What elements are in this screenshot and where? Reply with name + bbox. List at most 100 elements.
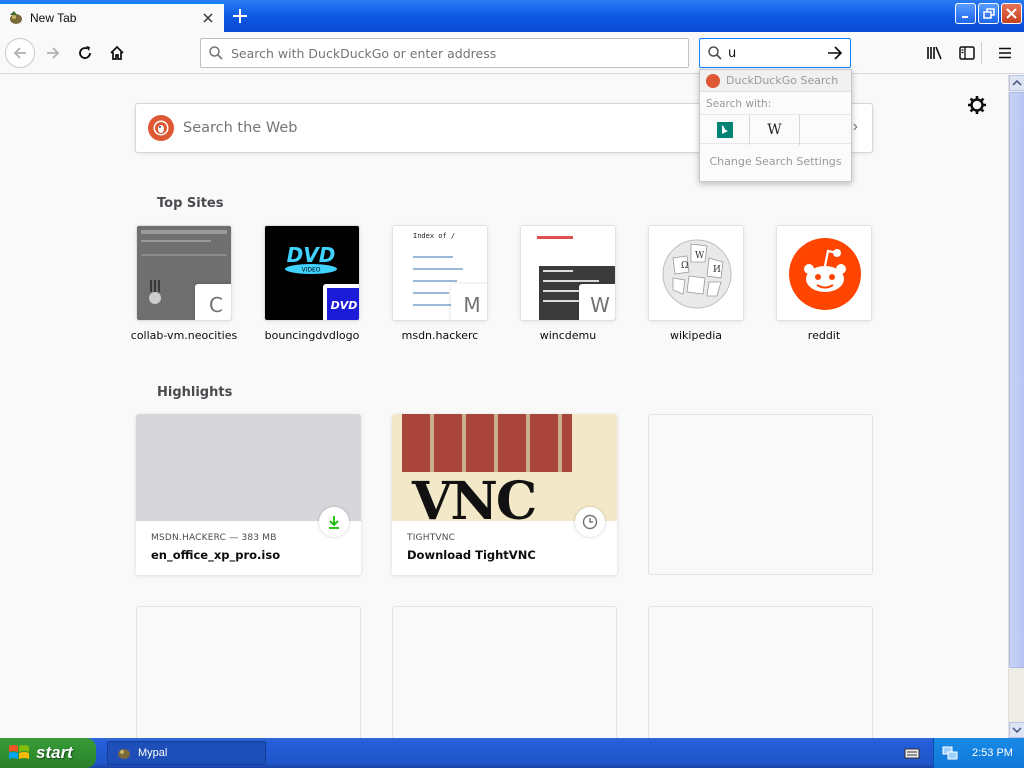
empty-highlight-slot [136, 606, 361, 738]
windows-logo-icon [9, 745, 29, 759]
library-button[interactable] [920, 38, 950, 68]
site-badge: DVD [323, 284, 359, 320]
search-bar[interactable] [699, 38, 851, 68]
site-label: reddit [807, 329, 841, 342]
empty-highlight-slot [648, 606, 873, 738]
tab-title: New Tab [30, 11, 77, 25]
svg-text:DVD: DVD [331, 299, 358, 312]
top-site-tile[interactable]: W wincdemu [520, 225, 616, 342]
sidebar-icon [959, 46, 975, 60]
wikipedia-engine-button[interactable]: W [750, 115, 800, 145]
duckduckgo-icon [706, 73, 720, 88]
new-tab-button[interactable] [228, 4, 252, 28]
close-window-button[interactable] [1001, 3, 1022, 24]
top-site-tile[interactable]: Index of / M msdn.hackerc [392, 225, 488, 342]
download-icon [319, 507, 349, 537]
collab-vm-thumbnail-icon [149, 280, 161, 304]
site-badge: M [451, 284, 487, 320]
home-icon [110, 45, 124, 60]
chevron-down-icon [1012, 727, 1022, 734]
search-input[interactable] [728, 45, 818, 61]
menu-button[interactable] [990, 38, 1020, 68]
top-site-tile[interactable]: DVD VIDEO DVD bouncingdvdlogo [264, 225, 360, 342]
highlight-card[interactable]: VNC TIGHTVNC Download TightVNC [392, 414, 617, 575]
bing-engine-button[interactable] [700, 115, 750, 145]
change-search-settings[interactable]: Change Search Settings [700, 155, 851, 168]
clock[interactable]: 2:53 PM [972, 747, 1013, 759]
forward-arrow-icon [47, 47, 60, 59]
svg-text:И: И [713, 265, 721, 275]
network-icon[interactable] [942, 745, 958, 761]
taskbar-item-label: Mypal [138, 747, 168, 759]
site-badge: C [195, 284, 231, 320]
empty-engine-slot [800, 115, 850, 145]
sidebar-button[interactable] [952, 38, 982, 68]
toolbar-separator [981, 42, 982, 64]
new-tab-page: › Top Sites C collab-vm.neocities DVD VI… [0, 75, 1008, 738]
plus-icon [233, 9, 247, 23]
library-icon [927, 46, 942, 60]
history-icon [575, 507, 605, 537]
highlight-card[interactable]: MSDN.HACKERC — 383 MB en_office_xp_pro.i… [136, 414, 361, 575]
hamburger-menu-icon [999, 47, 1011, 59]
arrow-right-icon [828, 46, 843, 60]
empty-highlight-slot [648, 414, 873, 575]
highlight-title: en_office_xp_pro.iso [151, 548, 281, 562]
top-site-tile[interactable]: C collab-vm.neocities [131, 225, 237, 342]
highlight-title: Download TightVNC [407, 548, 536, 562]
navigation-toolbar [0, 32, 1024, 74]
reddit-logo-icon [789, 238, 861, 310]
title-bar: New Tab [0, 0, 1024, 32]
start-button[interactable]: start [0, 738, 96, 768]
highlight-source: MSDN.HACKERC — 383 MB [151, 533, 277, 543]
taskbar-item-mypal[interactable]: Mypal [107, 741, 266, 765]
restore-button[interactable] [978, 3, 999, 24]
home-button[interactable] [102, 38, 132, 68]
back-arrow-icon [13, 47, 26, 59]
restore-icon [982, 7, 995, 19]
scroll-down-button[interactable] [1009, 722, 1024, 738]
forward-button[interactable] [38, 38, 68, 68]
svg-text:Ω: Ω [681, 261, 688, 271]
chevron-up-icon [1012, 79, 1022, 86]
top-sites-heading: Top Sites [157, 196, 224, 211]
bing-icon [716, 122, 733, 138]
back-button[interactable] [5, 38, 35, 68]
reload-button[interactable] [70, 38, 100, 68]
search-engine-row[interactable]: DuckDuckGo Search [700, 70, 851, 92]
search-go-button[interactable] [824, 43, 846, 63]
scroll-thumb[interactable] [1009, 92, 1024, 668]
duckduckgo-logo-icon [148, 115, 174, 141]
address-input[interactable] [231, 45, 661, 61]
one-off-engines: W [700, 114, 851, 145]
search-with-label: Search with: [706, 98, 772, 110]
search-icon [708, 46, 722, 60]
wikipedia-icon: W [767, 122, 782, 138]
top-site-tile[interactable]: reddit [776, 225, 872, 342]
svg-text:DVD: DVD [287, 243, 336, 267]
scroll-up-button[interactable] [1009, 75, 1024, 91]
top-site-tile[interactable]: Ω W И wikipedia [648, 225, 744, 342]
site-badge: W [579, 284, 615, 320]
minimize-icon [961, 15, 968, 18]
dvd-badge-icon: DVD [327, 288, 359, 320]
search-suggestions-popup: DuckDuckGo Search Search with: W Change … [699, 69, 852, 182]
keyboard-icon[interactable] [904, 745, 920, 761]
highlights-heading: Highlights [157, 385, 233, 400]
minimize-button[interactable] [955, 3, 976, 24]
highlight-source: TIGHTVNC [407, 533, 456, 543]
taskbar: start Mypal 2:53 PM [0, 738, 1024, 768]
gear-icon[interactable] [966, 94, 988, 116]
close-tab-icon[interactable] [198, 8, 218, 28]
web-search-input[interactable] [183, 120, 783, 136]
system-tray: 2:53 PM [933, 738, 1024, 768]
tightvnc-image: VNC [392, 414, 617, 521]
svg-text:VIDEO: VIDEO [301, 267, 320, 274]
vertical-scrollbar[interactable] [1008, 75, 1024, 738]
empty-highlight-slot [392, 606, 617, 738]
dvd-logo-icon: DVD VIDEO [285, 243, 337, 274]
arrow-right-icon[interactable]: › [853, 118, 858, 136]
mypal-favicon-icon [10, 11, 22, 24]
address-bar[interactable] [200, 38, 689, 68]
tab-new-tab[interactable]: New Tab [0, 2, 224, 32]
